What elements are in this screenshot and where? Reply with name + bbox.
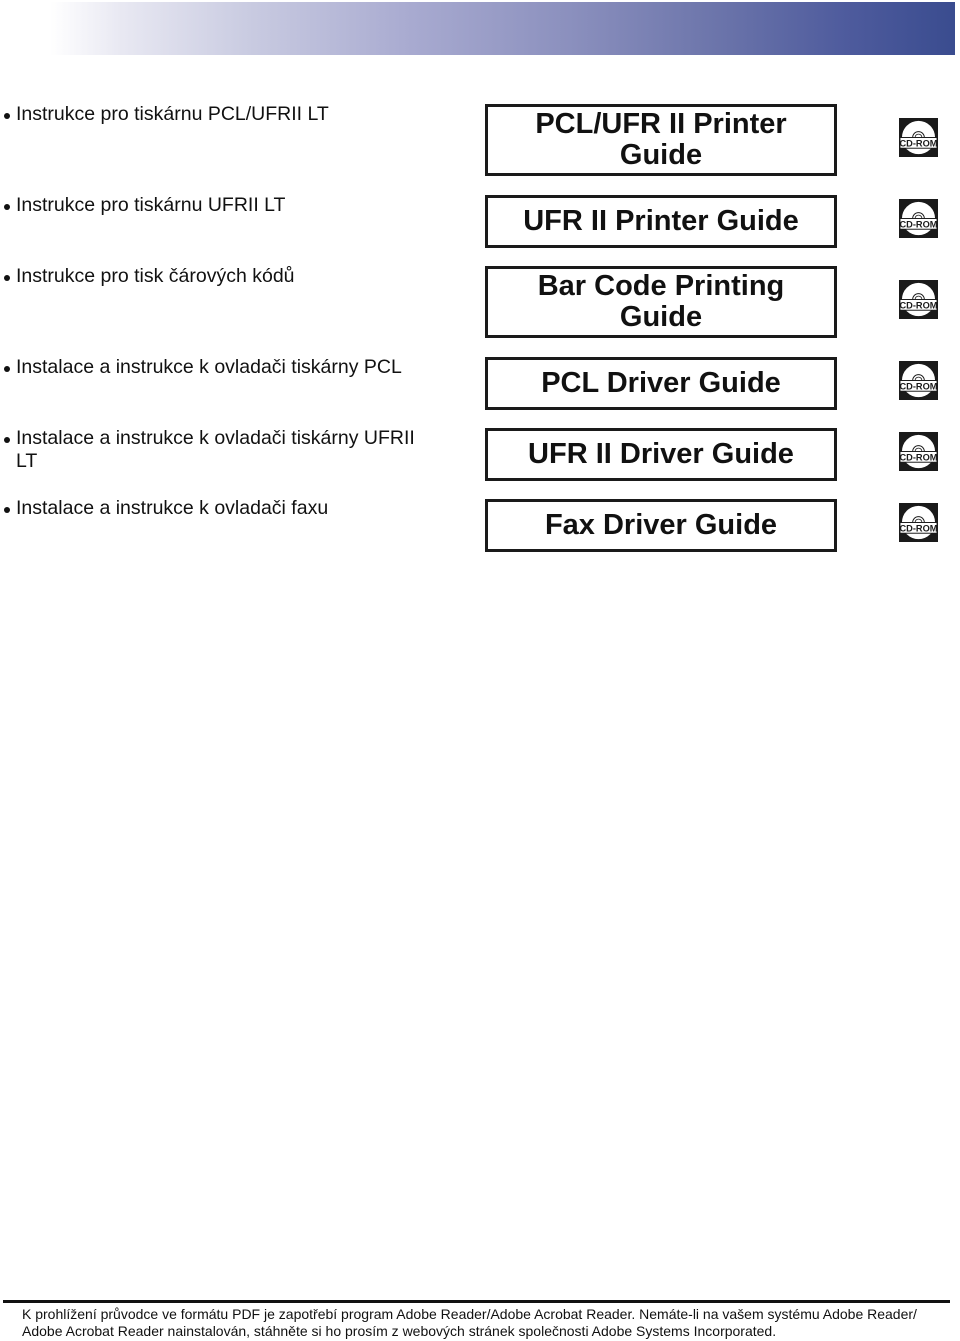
cd-rom-label: CD-ROM [899,523,937,533]
guide-title-box: Bar Code Printing Guide [485,266,837,338]
bullet-icon [4,113,10,119]
cd-rom-icon: CD-ROM [899,361,938,400]
item-description: Instalace a instrukce k ovladači tiskárn… [16,427,415,472]
footer-divider [3,1300,950,1303]
list-item: Instalace a instrukce k ovladači faxu [2,497,472,520]
guide-title: Bar Code Printing Guide [537,270,785,333]
guide-title: UFR II Printer Guide [523,205,799,237]
guide-title-box: UFR II Printer Guide [485,195,837,248]
list-item: Instrukce pro tisk čárových kódů [2,265,472,288]
cd-rom-icon: CD-ROM [899,280,938,319]
bullet-icon [4,204,10,210]
cd-rom-icon: CD-ROM [899,432,938,471]
bullet-icon [4,507,10,513]
cd-rom-icon: CD-ROM [899,118,938,157]
guide-title: Fax Driver Guide [544,509,778,541]
bullet-icon [4,275,10,281]
cd-rom-icon: CD-ROM [899,199,938,238]
item-description: Instrukce pro tiskárnu PCL/UFRII LT [16,103,329,125]
list-item: Instrukce pro tiskárnu UFRII LT [2,194,472,217]
item-description: Instalace a instrukce k ovladači faxu [16,497,329,519]
guide-title: PCL Driver Guide [541,367,781,399]
bullet-icon [4,437,10,443]
guide-title: UFR II Driver Guide [528,438,794,470]
list-item: Instrukce pro tiskárnu PCL/UFRII LT [2,103,472,126]
cd-rom-label: CD-ROM [899,300,937,310]
guide-title-box: PCL Driver Guide [485,357,837,410]
cd-rom-icon: CD-ROM [899,503,938,542]
guide-title-box: PCL/UFR II Printer Guide [485,104,837,176]
guide-title-box: Fax Driver Guide [485,499,837,552]
footer-note: K prohlížení průvodce ve formátu PDF je … [22,1306,917,1339]
guide-title: PCL/UFR II Printer Guide [535,108,787,171]
item-description: Instrukce pro tiskárnu UFRII LT [16,194,286,216]
bullet-icon [4,366,10,372]
list-item: Instalace a instrukce k ovladači tiskárn… [2,356,472,379]
list-item: Instalace a instrukce k ovladači tiskárn… [2,427,432,473]
guide-title-box: UFR II Driver Guide [485,428,837,481]
cd-rom-label: CD-ROM [899,381,937,391]
item-description: Instrukce pro tisk čárových kódů [16,265,295,287]
header-gradient-banner [50,2,955,55]
item-description: Instalace a instrukce k ovladači tiskárn… [16,356,402,378]
cd-rom-label: CD-ROM [899,452,937,462]
cd-rom-label: CD-ROM [899,219,937,229]
cd-rom-label: CD-ROM [899,138,937,148]
